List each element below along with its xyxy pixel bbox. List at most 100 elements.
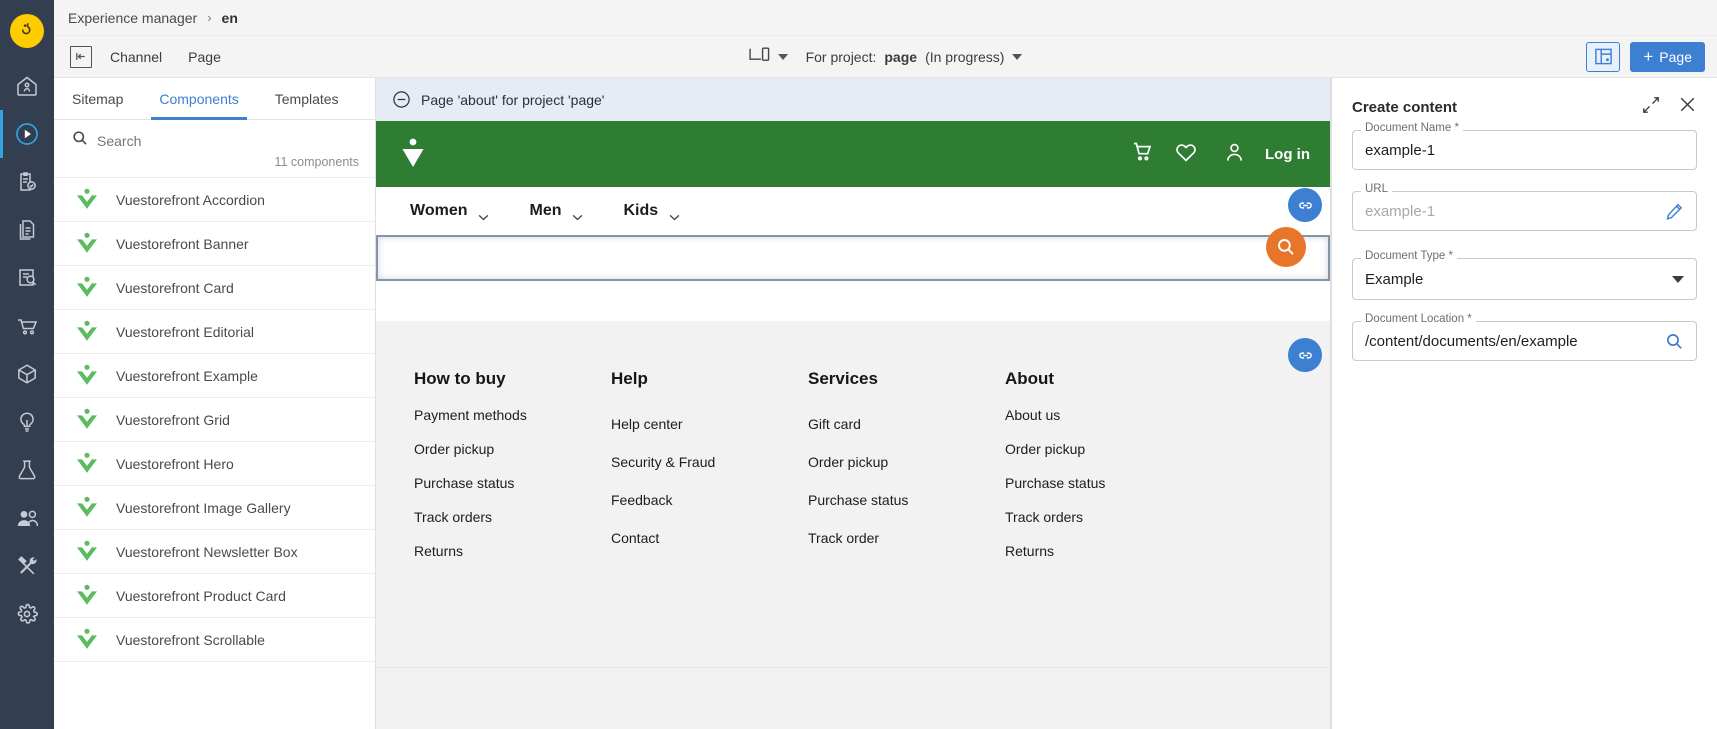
sidebar-item-projects[interactable] [0, 158, 54, 206]
component-count: 11 components [54, 153, 375, 178]
drop-zone-highlight[interactable] [376, 227, 1330, 281]
nav-item-men[interactable]: Men [529, 202, 583, 220]
field-value: /content/documents/en/example [1365, 332, 1578, 350]
tab-components[interactable]: Components [141, 78, 256, 120]
footer-link[interactable]: Feedback [611, 492, 808, 508]
list-item[interactable]: Vuestorefront Hero [54, 442, 375, 486]
sidebar-item-tools[interactable] [0, 542, 54, 590]
footer-link[interactable]: Contact [611, 530, 808, 546]
menu-channel[interactable]: Channel [110, 49, 162, 65]
list-item[interactable]: Vuestorefront Example [54, 354, 375, 398]
sidebar-item-documents[interactable] [0, 206, 54, 254]
sidebar-item-experience-manager[interactable] [0, 110, 54, 158]
sidebar-item-experiments[interactable] [0, 446, 54, 494]
minus-circle-icon[interactable] [392, 90, 411, 109]
sidebar-item-home[interactable] [0, 62, 54, 110]
document-name-input[interactable]: example-1 [1352, 130, 1697, 170]
nav-item-kids[interactable]: Kids [623, 202, 680, 220]
bloomreach-logo-icon[interactable] [10, 14, 44, 48]
page-structure-icon[interactable] [1586, 41, 1621, 72]
vuestorefront-logo-icon[interactable] [396, 135, 430, 173]
device-preview-icon[interactable] [748, 47, 770, 66]
chevron-down-icon [572, 208, 583, 220]
chevron-down-icon [478, 208, 489, 220]
list-item[interactable]: Vuestorefront Newsletter Box [54, 530, 375, 574]
document-type-select[interactable]: Example [1352, 258, 1697, 300]
sidebar-item-settings[interactable] [0, 590, 54, 638]
footer-link[interactable]: Purchase status [808, 492, 1005, 508]
nav-item-women[interactable]: Women [410, 202, 489, 220]
list-item[interactable]: Vuestorefront Card [54, 266, 375, 310]
list-item[interactable]: Vuestorefront Editorial [54, 310, 375, 354]
sidebar-item-content-search[interactable] [0, 254, 54, 302]
vuestorefront-component-icon [74, 275, 100, 301]
list-item-label: Vuestorefront Grid [116, 411, 230, 428]
search-input[interactable] [97, 132, 361, 149]
list-item-label: Vuestorefront Image Gallery [116, 499, 291, 516]
add-page-button[interactable]: + Page [1630, 41, 1705, 72]
sidebar-item-products[interactable] [0, 350, 54, 398]
field-label: Document Type * [1361, 250, 1458, 263]
footer-link[interactable]: Returns [414, 543, 611, 559]
footer-link[interactable]: Help center [611, 416, 808, 432]
storefront-header-actions: Log in [1130, 140, 1310, 169]
chevron-down-icon [669, 208, 680, 220]
footer-bottom-band [376, 667, 1330, 729]
vuestorefront-component-icon [74, 231, 100, 257]
footer-link[interactable]: Purchase status [1005, 475, 1202, 491]
tab-templates[interactable]: Templates [257, 78, 357, 119]
footer-link[interactable]: About us [1005, 407, 1202, 423]
storefront-footer: How to buy Payment methods Order pickup … [376, 321, 1330, 667]
list-item[interactable]: Vuestorefront Grid [54, 398, 375, 442]
list-item[interactable]: Vuestorefront Banner [54, 222, 375, 266]
shopping-cart-icon[interactable] [1130, 140, 1154, 169]
list-item[interactable]: Vuestorefront Image Gallery [54, 486, 375, 530]
document-location-input[interactable]: /content/documents/en/example [1352, 321, 1697, 361]
footer-heading: Help [611, 369, 648, 388]
breadcrumb-current: en [221, 9, 238, 26]
sidebar-item-audiences[interactable] [0, 494, 54, 542]
footer-link[interactable]: Gift card [808, 416, 1005, 432]
footer-link[interactable]: Payment methods [414, 407, 611, 423]
footer-link[interactable]: Track order [808, 530, 1005, 546]
footer-link[interactable]: Returns [1005, 543, 1202, 559]
footer-link[interactable]: Security & Fraud [611, 454, 808, 470]
breadcrumb-root[interactable]: Experience manager [68, 10, 197, 26]
list-item-label: Vuestorefront Banner [116, 235, 249, 252]
url-input[interactable]: example-1 [1352, 191, 1697, 231]
footer-link[interactable]: Track orders [414, 509, 611, 525]
sidebar-item-commerce[interactable] [0, 302, 54, 350]
expand-diagonal-icon[interactable] [1642, 96, 1660, 119]
collapse-panel-icon[interactable] [70, 45, 92, 68]
login-link[interactable]: Log in [1265, 146, 1310, 163]
footer-link[interactable]: Purchase status [414, 475, 611, 491]
panel-tabs: Sitemap Components Templates [54, 78, 375, 120]
list-item[interactable]: Vuestorefront Product Card [54, 574, 375, 618]
chevron-down-icon[interactable] [1672, 275, 1684, 283]
heart-icon[interactable] [1174, 141, 1198, 168]
link-badge-header[interactable] [1288, 188, 1322, 222]
menu-page[interactable]: Page [188, 49, 221, 65]
sidebar-item-insights[interactable] [0, 398, 54, 446]
person-icon[interactable] [1224, 141, 1245, 168]
project-caret-icon[interactable] [1012, 53, 1023, 60]
footer-link[interactable]: Order pickup [808, 454, 1005, 470]
list-item[interactable]: Vuestorefront Accordion [54, 178, 375, 222]
tab-sitemap[interactable]: Sitemap [54, 78, 141, 119]
footer-link[interactable]: Order pickup [414, 441, 611, 457]
global-nav-rail [0, 0, 54, 729]
pencil-edit-icon[interactable] [1665, 202, 1684, 221]
search-fab-button[interactable] [1266, 227, 1306, 267]
footer-link[interactable]: Order pickup [1005, 441, 1202, 457]
device-caret-icon[interactable] [777, 53, 788, 60]
nav-label: Men [529, 202, 562, 219]
page-title: Create content [1352, 98, 1458, 116]
close-icon[interactable] [1678, 95, 1697, 119]
link-badge-footer[interactable] [1288, 338, 1322, 372]
chevron-right-icon: › [207, 10, 212, 25]
footer-heading: How to buy [414, 369, 506, 388]
list-item[interactable]: Vuestorefront Scrollable [54, 618, 375, 662]
footer-link[interactable]: Track orders [1005, 509, 1202, 525]
list-item-label: Vuestorefront Newsletter Box [116, 543, 298, 560]
search-icon[interactable] [1665, 332, 1684, 351]
